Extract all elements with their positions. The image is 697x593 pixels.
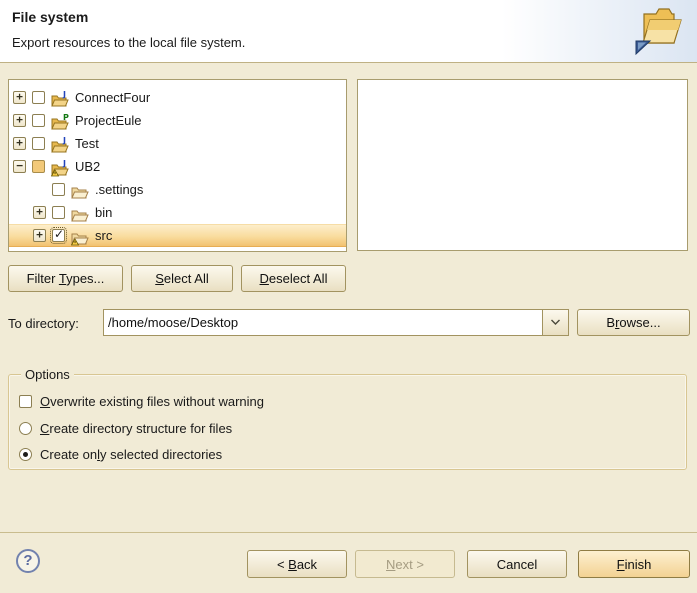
select-all-button[interactable]: Select All — [131, 265, 233, 292]
java-project-folder-icon: J — [51, 136, 70, 154]
create-structure-option[interactable]: Create directory structure for files — [19, 420, 232, 436]
to-directory-label: To directory: — [8, 316, 79, 331]
create-selected-label: Create only selected directories — [40, 447, 222, 462]
tree-row[interactable]: J UB2 — [9, 155, 346, 178]
resource-tree[interactable]: J ConnectFour P ProjectEule J Test — [8, 79, 347, 252]
tree-row[interactable]: .settings — [9, 178, 346, 201]
deselect-all-button[interactable]: Deselect All — [241, 265, 346, 292]
svg-text:J: J — [62, 90, 66, 99]
tree-row[interactable]: bin — [9, 201, 346, 224]
footer-separator — [0, 532, 697, 533]
exported-files-list[interactable] — [357, 79, 688, 251]
options-group-label: Options — [21, 367, 74, 382]
expand-toggle-icon[interactable] — [33, 206, 46, 219]
tree-row[interactable]: J ConnectFour — [9, 86, 346, 109]
create-structure-radio[interactable] — [19, 422, 32, 435]
tree-item-label: Test — [75, 136, 99, 151]
options-group: Options Overwrite existing files without… — [8, 374, 687, 470]
expand-toggle-icon[interactable] — [13, 91, 26, 104]
filter-types-button[interactable]: Filter Types... — [8, 265, 123, 292]
checkbox[interactable] — [52, 206, 65, 219]
svg-text:P: P — [63, 113, 69, 122]
browse-button[interactable]: Browse... — [577, 309, 690, 336]
expand-toggle-icon[interactable] — [13, 137, 26, 150]
next-button: Next > — [355, 550, 455, 578]
tree-row[interactable]: J Test — [9, 132, 346, 155]
checkbox[interactable] — [32, 160, 45, 173]
expand-toggle-icon[interactable] — [33, 229, 46, 242]
java-project-folder-icon: J — [51, 90, 70, 108]
expand-toggle-icon[interactable] — [13, 160, 26, 173]
overwrite-checkbox[interactable] — [19, 395, 32, 408]
create-selected-radio[interactable] — [19, 448, 32, 461]
export-to-filesystem-folder-icon — [629, 3, 687, 59]
tree-row[interactable]: P ProjectEule — [9, 109, 346, 132]
project-folder-icon: P — [51, 113, 70, 131]
tree-item-label: .settings — [95, 182, 143, 197]
checkbox[interactable] — [32, 114, 45, 127]
java-project-folder-warning-icon: J — [51, 159, 70, 177]
question-mark-icon: ? — [23, 552, 32, 569]
tree-item-label: bin — [95, 205, 112, 220]
checkbox[interactable] — [32, 137, 45, 150]
finish-button[interactable]: Finish — [578, 550, 690, 578]
checkbox[interactable] — [32, 91, 45, 104]
wizard-banner: File system Export resources to the loca… — [0, 0, 697, 63]
create-structure-label: Create directory structure for files — [40, 421, 232, 436]
checkbox[interactable] — [52, 229, 65, 242]
tree-item-label: src — [95, 228, 112, 243]
folder-icon — [71, 205, 90, 223]
overwrite-label: Overwrite existing files without warning — [40, 394, 264, 409]
svg-text:J: J — [62, 159, 66, 168]
tree-item-label: ConnectFour — [75, 90, 150, 105]
combo-dropdown-button[interactable] — [542, 310, 568, 335]
folder-warning-icon — [71, 228, 90, 246]
chevron-down-icon — [550, 319, 561, 326]
directory-input[interactable] — [104, 310, 542, 335]
tree-row[interactable]: src — [9, 224, 346, 247]
tree-item-label: ProjectEule — [75, 113, 141, 128]
overwrite-option[interactable]: Overwrite existing files without warning — [19, 393, 264, 409]
folder-icon — [71, 182, 90, 200]
tree-item-label: UB2 — [75, 159, 100, 174]
directory-combo[interactable] — [103, 309, 569, 336]
back-button[interactable]: < Back — [247, 550, 347, 578]
page-description: Export resources to the local file syste… — [12, 35, 245, 50]
checkbox[interactable] — [52, 183, 65, 196]
svg-text:J: J — [62, 136, 66, 145]
page-title: File system — [12, 9, 88, 25]
help-button[interactable]: ? — [16, 549, 40, 573]
cancel-button[interactable]: Cancel — [467, 550, 567, 578]
create-selected-option[interactable]: Create only selected directories — [19, 446, 222, 462]
expand-toggle-icon[interactable] — [13, 114, 26, 127]
